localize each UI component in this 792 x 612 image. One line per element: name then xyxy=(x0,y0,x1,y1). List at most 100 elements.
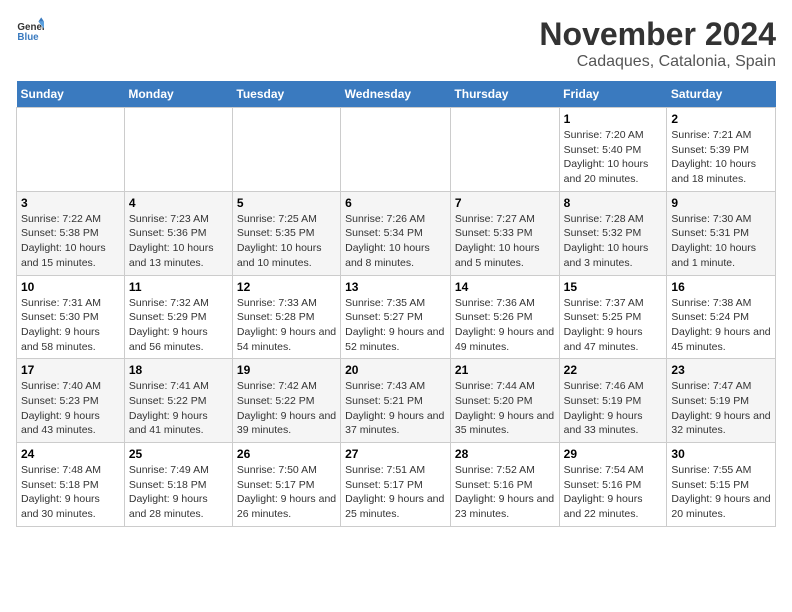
weekday-header-sunday: Sunday xyxy=(17,81,125,108)
day-info: Sunrise: 7:48 AMSunset: 5:18 PMDaylight:… xyxy=(21,463,120,522)
day-info: Sunrise: 7:42 AMSunset: 5:22 PMDaylight:… xyxy=(237,379,336,438)
day-number: 11 xyxy=(129,280,228,294)
day-info: Sunrise: 7:26 AMSunset: 5:34 PMDaylight:… xyxy=(345,212,446,271)
day-info: Sunrise: 7:43 AMSunset: 5:21 PMDaylight:… xyxy=(345,379,446,438)
day-info: Sunrise: 7:41 AMSunset: 5:22 PMDaylight:… xyxy=(129,379,228,438)
day-info: Sunrise: 7:28 AMSunset: 5:32 PMDaylight:… xyxy=(564,212,663,271)
day-info: Sunrise: 7:54 AMSunset: 5:16 PMDaylight:… xyxy=(564,463,663,522)
day-info: Sunrise: 7:22 AMSunset: 5:38 PMDaylight:… xyxy=(21,212,120,271)
day-cell: 23 Sunrise: 7:47 AMSunset: 5:19 PMDayligh… xyxy=(667,359,776,443)
day-cell: 30 Sunrise: 7:55 AMSunset: 5:15 PMDayligh… xyxy=(667,443,776,527)
day-info: Sunrise: 7:35 AMSunset: 5:27 PMDaylight:… xyxy=(345,296,446,355)
weekday-header-thursday: Thursday xyxy=(450,81,559,108)
day-number: 23 xyxy=(671,363,771,377)
day-info: Sunrise: 7:32 AMSunset: 5:29 PMDaylight:… xyxy=(129,296,228,355)
day-number: 24 xyxy=(21,447,120,461)
month-title: November 2024 xyxy=(539,16,776,53)
day-cell xyxy=(450,108,559,192)
day-number: 30 xyxy=(671,447,771,461)
day-info: Sunrise: 7:55 AMSunset: 5:15 PMDaylight:… xyxy=(671,463,771,522)
day-number: 17 xyxy=(21,363,120,377)
day-info: Sunrise: 7:47 AMSunset: 5:19 PMDaylight:… xyxy=(671,379,771,438)
day-number: 6 xyxy=(345,196,446,210)
day-info: Sunrise: 7:23 AMSunset: 5:36 PMDaylight:… xyxy=(129,212,228,271)
day-cell xyxy=(341,108,451,192)
day-info: Sunrise: 7:21 AMSunset: 5:39 PMDaylight:… xyxy=(671,128,771,187)
day-number: 16 xyxy=(671,280,771,294)
day-number: 28 xyxy=(455,447,555,461)
day-cell: 29 Sunrise: 7:54 AMSunset: 5:16 PMDayligh… xyxy=(559,443,667,527)
day-info: Sunrise: 7:36 AMSunset: 5:26 PMDaylight:… xyxy=(455,296,555,355)
day-cell: 18 Sunrise: 7:41 AMSunset: 5:22 PMDayligh… xyxy=(124,359,232,443)
day-cell: 27 Sunrise: 7:51 AMSunset: 5:17 PMDayligh… xyxy=(341,443,451,527)
day-info: Sunrise: 7:37 AMSunset: 5:25 PMDaylight:… xyxy=(564,296,663,355)
day-number: 3 xyxy=(21,196,120,210)
day-info: Sunrise: 7:51 AMSunset: 5:17 PMDaylight:… xyxy=(345,463,446,522)
day-number: 1 xyxy=(564,112,663,126)
day-info: Sunrise: 7:31 AMSunset: 5:30 PMDaylight:… xyxy=(21,296,120,355)
day-cell: 6 Sunrise: 7:26 AMSunset: 5:34 PMDaylight… xyxy=(341,191,451,275)
day-cell xyxy=(17,108,125,192)
day-cell: 14Sunrise: 7:36 AMSunset: 5:26 PMDayligh… xyxy=(450,275,559,359)
day-cell: 17 Sunrise: 7:40 AMSunset: 5:23 PMDayligh… xyxy=(17,359,125,443)
day-cell: 7 Sunrise: 7:27 AMSunset: 5:33 PMDaylight… xyxy=(450,191,559,275)
day-cell: 20Sunrise: 7:43 AMSunset: 5:21 PMDayligh… xyxy=(341,359,451,443)
day-number: 21 xyxy=(455,363,555,377)
logo-icon: General Blue xyxy=(16,16,44,44)
day-cell xyxy=(232,108,340,192)
day-cell: 2Sunrise: 7:21 AMSunset: 5:39 PMDaylight… xyxy=(667,108,776,192)
day-cell: 3 Sunrise: 7:22 AMSunset: 5:38 PMDaylight… xyxy=(17,191,125,275)
day-info: Sunrise: 7:50 AMSunset: 5:17 PMDaylight:… xyxy=(237,463,336,522)
day-cell: 15 Sunrise: 7:37 AMSunset: 5:25 PMDayligh… xyxy=(559,275,667,359)
day-cell: 28Sunrise: 7:52 AMSunset: 5:16 PMDayligh… xyxy=(450,443,559,527)
week-row-5: 24 Sunrise: 7:48 AMSunset: 5:18 PMDayligh… xyxy=(17,443,776,527)
weekday-header-tuesday: Tuesday xyxy=(232,81,340,108)
week-row-2: 3 Sunrise: 7:22 AMSunset: 5:38 PMDaylight… xyxy=(17,191,776,275)
weekday-header-monday: Monday xyxy=(124,81,232,108)
day-cell: 11 Sunrise: 7:32 AMSunset: 5:29 PMDayligh… xyxy=(124,275,232,359)
day-number: 19 xyxy=(237,363,336,377)
day-number: 10 xyxy=(21,280,120,294)
logo: General Blue xyxy=(16,16,44,44)
weekday-header-saturday: Saturday xyxy=(667,81,776,108)
day-number: 22 xyxy=(564,363,663,377)
day-cell xyxy=(124,108,232,192)
day-number: 9 xyxy=(671,196,771,210)
day-info: Sunrise: 7:20 AMSunset: 5:40 PMDaylight:… xyxy=(564,128,663,187)
weekday-header-wednesday: Wednesday xyxy=(341,81,451,108)
day-cell: 21 Sunrise: 7:44 AMSunset: 5:20 PMDayligh… xyxy=(450,359,559,443)
day-number: 12 xyxy=(237,280,336,294)
day-number: 4 xyxy=(129,196,228,210)
day-number: 5 xyxy=(237,196,336,210)
day-cell: 10 Sunrise: 7:31 AMSunset: 5:30 PMDayligh… xyxy=(17,275,125,359)
day-cell: 9 Sunrise: 7:30 AMSunset: 5:31 PMDaylight… xyxy=(667,191,776,275)
svg-text:Blue: Blue xyxy=(17,32,39,43)
day-cell: 26 Sunrise: 7:50 AMSunset: 5:17 PMDayligh… xyxy=(232,443,340,527)
day-cell: 24 Sunrise: 7:48 AMSunset: 5:18 PMDayligh… xyxy=(17,443,125,527)
day-number: 26 xyxy=(237,447,336,461)
location-title: Cadaques, Catalonia, Spain xyxy=(539,53,776,71)
day-cell: 5 Sunrise: 7:25 AMSunset: 5:35 PMDaylight… xyxy=(232,191,340,275)
title-area: November 2024 Cadaques, Catalonia, Spain xyxy=(539,16,776,71)
day-cell: 25Sunrise: 7:49 AMSunset: 5:18 PMDayligh… xyxy=(124,443,232,527)
day-cell: 13Sunrise: 7:35 AMSunset: 5:27 PMDayligh… xyxy=(341,275,451,359)
day-number: 29 xyxy=(564,447,663,461)
day-info: Sunrise: 7:49 AMSunset: 5:18 PMDaylight:… xyxy=(129,463,228,522)
day-number: 27 xyxy=(345,447,446,461)
day-info: Sunrise: 7:25 AMSunset: 5:35 PMDaylight:… xyxy=(237,212,336,271)
day-info: Sunrise: 7:40 AMSunset: 5:23 PMDaylight:… xyxy=(21,379,120,438)
day-info: Sunrise: 7:27 AMSunset: 5:33 PMDaylight:… xyxy=(455,212,555,271)
day-cell: 12 Sunrise: 7:33 AMSunset: 5:28 PMDayligh… xyxy=(232,275,340,359)
day-number: 18 xyxy=(129,363,228,377)
day-number: 15 xyxy=(564,280,663,294)
day-number: 8 xyxy=(564,196,663,210)
weekday-header-friday: Friday xyxy=(559,81,667,108)
day-info: Sunrise: 7:30 AMSunset: 5:31 PMDaylight:… xyxy=(671,212,771,271)
day-info: Sunrise: 7:33 AMSunset: 5:28 PMDaylight:… xyxy=(237,296,336,355)
day-info: Sunrise: 7:44 AMSunset: 5:20 PMDaylight:… xyxy=(455,379,555,438)
day-cell: 4 Sunrise: 7:23 AMSunset: 5:36 PMDaylight… xyxy=(124,191,232,275)
day-cell: 19 Sunrise: 7:42 AMSunset: 5:22 PMDayligh… xyxy=(232,359,340,443)
page-header: General Blue November 2024 Cadaques, Cat… xyxy=(16,16,776,71)
day-number: 7 xyxy=(455,196,555,210)
day-cell: 8 Sunrise: 7:28 AMSunset: 5:32 PMDaylight… xyxy=(559,191,667,275)
